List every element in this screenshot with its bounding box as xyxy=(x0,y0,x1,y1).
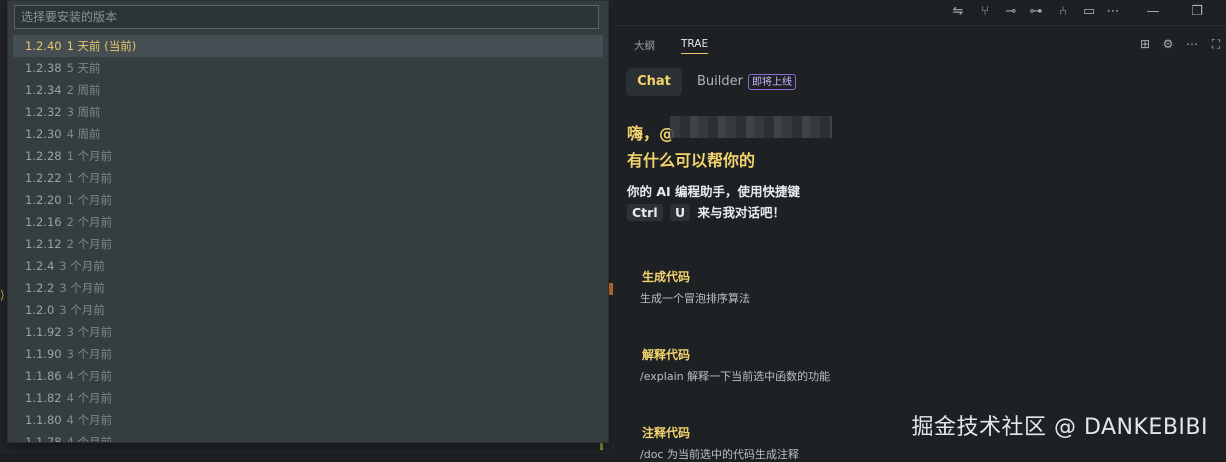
version-list: 1.2.40 1 天前 (当前) 1.2.38 5 天前 1.2.34 2 周前 1.2.3… xyxy=(13,35,603,443)
version-number: 1.2.20 xyxy=(25,193,62,207)
version-list-item[interactable]: 1.1.80 4 个月前 xyxy=(13,409,603,431)
version-list-item[interactable]: 1.2.22 1 个月前 xyxy=(13,167,603,189)
kbd-ctrl: Ctrl xyxy=(627,204,663,221)
settings-icon[interactable]: ⚙ xyxy=(1160,36,1176,52)
version-list-item[interactable]: 1.1.78 4 个月前 xyxy=(13,431,603,443)
tab-trae[interactable]: TRAE xyxy=(681,38,709,54)
shortcut-suffix: 来与我对话吧！ xyxy=(697,205,785,220)
version-age: 1 个月前 xyxy=(66,193,113,207)
shortcut-hint: Ctrl U 来与我对话吧！ xyxy=(627,202,785,221)
version-number: 1.2.28 xyxy=(25,149,62,163)
version-number: 1.1.80 xyxy=(25,413,62,427)
version-number: 1.1.78 xyxy=(25,435,62,443)
version-number: 1.2.34 xyxy=(25,83,62,97)
restore-icon[interactable]: ❐ xyxy=(1188,3,1206,21)
suggestion-generate-desc[interactable]: 生成一个冒泡排序算法 xyxy=(640,290,750,306)
version-search-input[interactable] xyxy=(14,5,599,29)
more-icon[interactable]: ⋯ xyxy=(1184,36,1200,52)
version-number: 1.1.86 xyxy=(25,369,62,383)
version-age: 2 个月前 xyxy=(66,237,113,251)
version-age: 1 个月前 xyxy=(66,149,113,163)
version-number: 1.2.40 xyxy=(25,39,62,53)
version-number: 1.2.32 xyxy=(25,105,62,119)
version-list-item[interactable]: 1.2.20 1 个月前 xyxy=(13,189,603,211)
blurred-username xyxy=(670,116,832,138)
version-list-item[interactable]: 1.2.40 1 天前 (当前) xyxy=(13,35,603,57)
minimize-icon[interactable]: — xyxy=(1144,3,1162,21)
version-number: 1.2.38 xyxy=(25,61,62,75)
suggestion-explain-desc[interactable]: /explain 解释一下当前选中函数的功能 xyxy=(640,368,830,384)
coming-soon-badge: 即将上线 xyxy=(748,74,796,90)
version-number: 1.2.30 xyxy=(25,127,62,141)
version-age: 3 个月前 xyxy=(59,259,105,273)
version-list-item[interactable]: 1.1.86 4 个月前 xyxy=(13,365,603,387)
mode-builder-button[interactable]: Builder xyxy=(697,74,743,89)
more-icon[interactable]: ⋯ xyxy=(1104,3,1122,21)
version-age: 3 个月前 xyxy=(66,325,113,339)
git-commit-icon[interactable]: ⊸ xyxy=(1002,3,1020,21)
version-number: 1.2.12 xyxy=(25,237,62,251)
version-age: 4 个月前 xyxy=(66,391,113,405)
version-number: 1.1.90 xyxy=(25,347,62,361)
version-age: 3 周前 xyxy=(66,105,101,119)
version-number: 1.2.22 xyxy=(25,171,62,185)
version-age: 4 个月前 xyxy=(66,435,113,443)
version-list-item[interactable]: 1.2.12 2 个月前 xyxy=(13,233,603,255)
version-list-item[interactable]: 1.2.0 3 个月前 xyxy=(13,299,603,321)
version-age: 1 个月前 xyxy=(66,171,113,185)
scrollbar-marker xyxy=(609,283,613,295)
version-list-item[interactable]: 1.2.4 3 个月前 xyxy=(13,255,603,277)
source-control-icon[interactable]: ⑂ xyxy=(976,3,994,21)
version-age: 4 个月前 xyxy=(66,413,113,427)
version-list-item[interactable]: 1.1.90 3 个月前 xyxy=(13,343,603,365)
suggestion-comment-desc[interactable]: /doc 为当前选中的代码生成注释 xyxy=(640,446,799,462)
version-number: 1.2.16 xyxy=(25,215,62,229)
watermark: 掘金技术社区 @ DANKEBIBI xyxy=(911,415,1208,440)
version-age: 3 个月前 xyxy=(66,347,113,361)
version-age: 2 个月前 xyxy=(66,215,113,229)
trae-panel: 大纲 TRAE ⊞ ⚙ ⋯ ⛶ Chat Builder 即将上线 嗨，@ 有什… xyxy=(614,26,1226,461)
version-quick-pick: 1.2.401 天前 (当前)1.2.385 天前1.2.342 周前1.2.3… xyxy=(7,0,609,443)
split-layout-icon[interactable]: ▭ xyxy=(1080,3,1098,21)
git-branch-icon[interactable]: ⑃ xyxy=(1054,3,1072,21)
new-chat-icon[interactable]: ⊞ xyxy=(1137,36,1153,52)
suggestion-explain-title[interactable]: 解释代码 xyxy=(642,346,690,363)
maximize-icon[interactable]: ⛶ xyxy=(1208,36,1224,52)
version-age: 4 个月前 xyxy=(66,369,113,383)
version-age: 5 天前 xyxy=(66,61,101,75)
title-toolbar: ⇋ ⑂ ⊸ ⊶ ⑃ ▭ ⋯ — ❐ xyxy=(614,0,1226,26)
greeting-title: 嗨，@ xyxy=(627,124,676,143)
version-age: 4 周前 xyxy=(66,127,101,141)
version-list-item[interactable]: 1.2.32 3 周前 xyxy=(13,101,603,123)
version-list-item[interactable]: 1.2.16 2 个月前 xyxy=(13,211,603,233)
kbd-u: U xyxy=(669,204,691,221)
greeting-subtitle: 有什么可以帮你的 xyxy=(627,151,756,170)
compare-icon[interactable]: ⇋ xyxy=(949,3,967,21)
assistant-description: 你的 AI 编程助手，使用快捷键 xyxy=(627,184,801,199)
version-list-item[interactable]: 1.1.82 4 个月前 xyxy=(13,387,603,409)
suggestion-comment-title[interactable]: 注释代码 xyxy=(642,424,690,441)
version-age: 3 个月前 xyxy=(59,281,105,295)
mode-chat-button[interactable]: Chat xyxy=(626,68,682,96)
version-list-item[interactable]: 1.2.34 2 周前 xyxy=(13,79,603,101)
git-push-icon[interactable]: ⊶ xyxy=(1027,3,1045,21)
version-list-item[interactable]: 1.2.2 3 个月前 xyxy=(13,277,603,299)
version-list-item[interactable]: 1.2.28 1 个月前 xyxy=(13,145,603,167)
version-number: 1.2.4 xyxy=(25,259,55,273)
version-age: 3 个月前 xyxy=(59,303,105,317)
version-list-item[interactable]: 1.2.38 5 天前 xyxy=(13,57,603,79)
version-number: 1.1.82 xyxy=(25,391,62,405)
version-list-item[interactable]: 1.2.30 4 周前 xyxy=(13,123,603,145)
version-number: 1.1.92 xyxy=(25,325,62,339)
version-age: 2 周前 xyxy=(66,83,101,97)
suggestion-generate-title[interactable]: 生成代码 xyxy=(642,268,690,285)
version-age: 1 天前 (当前) xyxy=(66,39,137,53)
version-number: 1.2.0 xyxy=(25,303,55,317)
version-list-item[interactable]: 1.1.92 3 个月前 xyxy=(13,321,603,343)
version-number: 1.2.2 xyxy=(25,281,55,295)
tab-outline[interactable]: 大纲 xyxy=(634,38,655,53)
